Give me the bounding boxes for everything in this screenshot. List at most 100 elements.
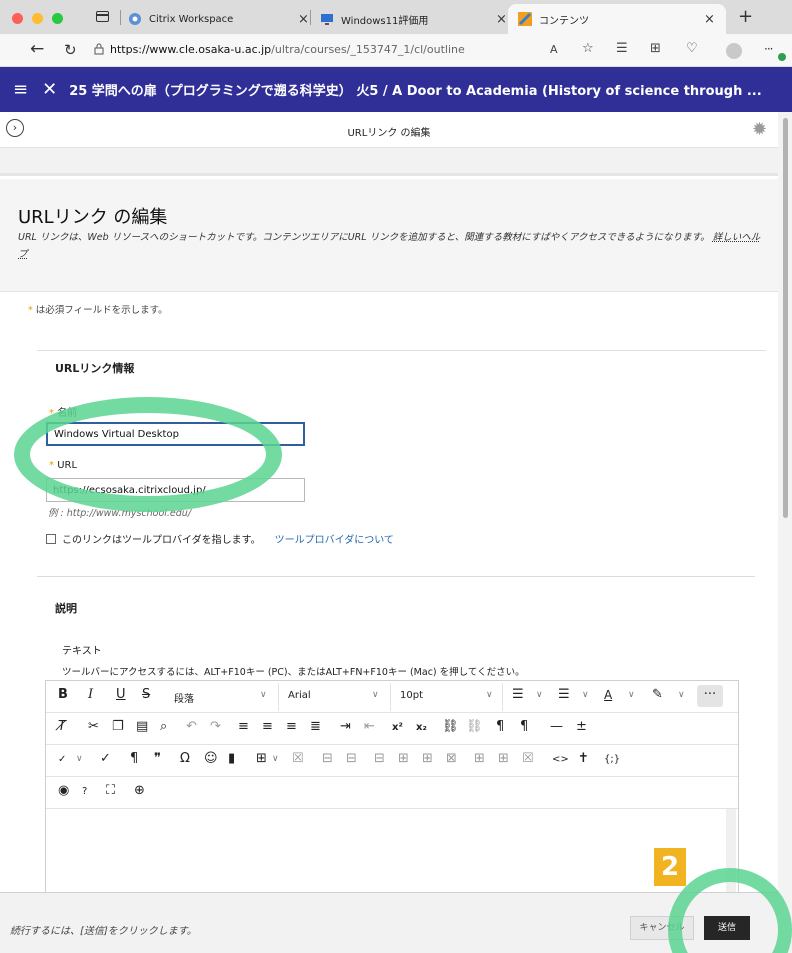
undo-icon[interactable]: ↶ bbox=[186, 719, 197, 734]
font-dropdown[interactable]: Arial bbox=[288, 690, 311, 701]
font-size-dropdown[interactable]: 10pt bbox=[400, 690, 423, 701]
align-left-icon[interactable]: ≡ bbox=[238, 719, 249, 734]
paragraph-dropdown[interactable]: 段落 bbox=[174, 690, 194, 705]
insert-row-below-icon[interactable]: ⊟ bbox=[346, 751, 357, 766]
gear-icon[interactable]: ✹ bbox=[752, 119, 767, 140]
merge-cells-icon[interactable]: ⊞ bbox=[474, 751, 485, 766]
delete-row-icon[interactable]: ⊟ bbox=[374, 751, 385, 766]
justify-icon[interactable]: ≣ bbox=[310, 719, 321, 734]
read-aloud-icon[interactable]: A bbox=[550, 43, 558, 56]
math-icon[interactable]: {;} bbox=[604, 754, 620, 765]
insert-col-before-icon[interactable]: ⊞ bbox=[398, 751, 409, 766]
delete-table-icon[interactable]: ☒ bbox=[292, 751, 304, 766]
special-char-icon[interactable]: Ω bbox=[180, 751, 190, 766]
clear-format-icon[interactable]: T̸ bbox=[58, 719, 66, 734]
new-tab-button[interactable]: + bbox=[738, 6, 753, 27]
chevron-down-icon[interactable]: ∨ bbox=[536, 690, 543, 700]
tab-contents[interactable]: コンテンツ × bbox=[508, 4, 726, 34]
underline-button[interactable]: U bbox=[116, 687, 126, 702]
unlink-icon[interactable]: ⛓ bbox=[466, 719, 483, 734]
tab-citrix-workspace[interactable]: Citrix Workspace × bbox=[128, 4, 309, 34]
subscript-icon[interactable]: x₂ bbox=[416, 722, 427, 733]
chevron-down-icon[interactable]: ∨ bbox=[76, 754, 83, 764]
help-icon[interactable]: ? bbox=[82, 786, 87, 797]
copy-icon[interactable]: ❐ bbox=[112, 719, 124, 734]
bookmark-icon[interactable]: ▮ bbox=[228, 751, 235, 766]
numbered-list-icon[interactable]: ☰ bbox=[558, 687, 570, 702]
url-text[interactable]: https://www.cle.osaka-u.ac.jp/ultra/cour… bbox=[110, 43, 465, 56]
ltr-icon[interactable]: ¶ bbox=[496, 719, 504, 734]
submit-button[interactable]: 送信 bbox=[704, 916, 750, 940]
chevron-down-icon[interactable]: ∨ bbox=[272, 754, 279, 764]
chevron-down-icon[interactable]: ∨ bbox=[486, 690, 493, 700]
lock-icon[interactable] bbox=[94, 43, 104, 55]
find-icon[interactable]: ⌕ bbox=[160, 719, 167, 734]
close-tab-icon[interactable]: × bbox=[704, 12, 715, 27]
format-painter-icon[interactable]: ✓ bbox=[100, 751, 111, 766]
insert-col-after-icon[interactable]: ⊞ bbox=[422, 751, 433, 766]
hamburger-menu-icon[interactable]: ≡ bbox=[13, 79, 28, 100]
chevron-down-icon[interactable]: ∨ bbox=[628, 690, 635, 700]
page-scrollbar-thumb[interactable] bbox=[783, 118, 788, 518]
align-center-icon[interactable]: ≡ bbox=[262, 719, 273, 734]
minimize-window-button[interactable] bbox=[32, 13, 43, 24]
text-editor-body[interactable] bbox=[46, 808, 738, 898]
add-content-icon[interactable]: ⊕ bbox=[134, 783, 145, 798]
tool-provider-checkbox[interactable] bbox=[46, 533, 56, 544]
collections-icon[interactable]: ⊞ bbox=[650, 41, 661, 56]
maximize-window-button[interactable] bbox=[52, 13, 63, 24]
tab-windows11[interactable]: Windows11評価用 × bbox=[320, 4, 510, 34]
horizontal-rule-icon[interactable]: — bbox=[550, 719, 563, 734]
chevron-down-icon[interactable]: ∨ bbox=[372, 690, 379, 700]
accessibility-icon[interactable]: ✝ bbox=[578, 751, 589, 766]
tab-actions-icon[interactable] bbox=[96, 11, 109, 22]
favorite-star-icon[interactable]: ☆ bbox=[582, 41, 594, 56]
fullscreen-icon[interactable]: ⛶ bbox=[106, 783, 115, 798]
bold-button[interactable]: B bbox=[58, 687, 68, 702]
italic-button[interactable]: I bbox=[88, 687, 93, 702]
emoji-icon[interactable]: ☺ bbox=[204, 751, 218, 766]
code-icon[interactable]: <> bbox=[552, 754, 569, 765]
cancel-button[interactable]: キャンセル bbox=[630, 916, 694, 940]
back-arrow-icon[interactable]: ← bbox=[30, 39, 44, 59]
strikethrough-button[interactable]: S bbox=[142, 687, 150, 702]
close-tab-icon[interactable]: × bbox=[496, 12, 507, 27]
reload-icon[interactable]: ↻ bbox=[64, 41, 77, 59]
delete-col-icon[interactable]: ⊠ bbox=[446, 751, 457, 766]
more-options-button[interactable]: ··· bbox=[697, 685, 723, 707]
outdent-icon[interactable]: ⇤ bbox=[364, 719, 375, 734]
close-tab-icon[interactable]: × bbox=[298, 12, 309, 27]
insert-line-icon[interactable]: ± bbox=[576, 719, 587, 734]
chevron-down-icon[interactable]: ∨ bbox=[260, 690, 267, 700]
cut-icon[interactable]: ✂ bbox=[88, 719, 99, 734]
align-right-icon[interactable]: ≡ bbox=[286, 719, 297, 734]
profile-avatar[interactable] bbox=[726, 43, 742, 59]
editor-scrollbar[interactable] bbox=[726, 809, 736, 897]
paste-icon[interactable]: ▤ bbox=[136, 719, 148, 734]
bullet-list-icon[interactable]: ☰ bbox=[512, 687, 524, 702]
chevron-down-icon[interactable]: ∨ bbox=[678, 690, 685, 700]
redo-icon[interactable]: ↷ bbox=[210, 719, 221, 734]
close-window-button[interactable] bbox=[12, 13, 23, 24]
split-cell-icon[interactable]: ⊞ bbox=[498, 751, 509, 766]
close-course-icon[interactable]: ✕ bbox=[42, 79, 57, 100]
rtl-icon[interactable]: ¶ bbox=[520, 719, 528, 734]
name-input[interactable] bbox=[46, 422, 305, 446]
chevron-down-icon[interactable]: ∨ bbox=[582, 690, 589, 700]
show-blocks-icon[interactable]: ¶ bbox=[130, 751, 138, 766]
link-icon[interactable]: ⛓ bbox=[442, 719, 459, 734]
indent-icon[interactable]: ⇥ bbox=[340, 719, 351, 734]
url-input[interactable] bbox=[46, 478, 305, 502]
quote-icon[interactable]: ❞ bbox=[154, 751, 161, 766]
superscript-icon[interactable]: x² bbox=[392, 722, 403, 733]
highlight-color-icon[interactable]: ✎ bbox=[652, 687, 663, 702]
preview-eye-icon[interactable]: ◉ bbox=[58, 783, 69, 798]
health-icon[interactable]: ♡ bbox=[686, 41, 698, 56]
cell-props-icon[interactable]: ☒ bbox=[522, 751, 534, 766]
font-color-icon[interactable]: A bbox=[604, 688, 612, 702]
browser-menu-icon[interactable]: ··· bbox=[764, 42, 774, 56]
tool-provider-link[interactable]: ツールプロバイダについて bbox=[275, 531, 394, 546]
insert-row-above-icon[interactable]: ⊟ bbox=[322, 751, 333, 766]
table-icon[interactable]: ⊞ bbox=[256, 751, 267, 766]
favorites-list-icon[interactable]: ☰ bbox=[616, 41, 628, 56]
